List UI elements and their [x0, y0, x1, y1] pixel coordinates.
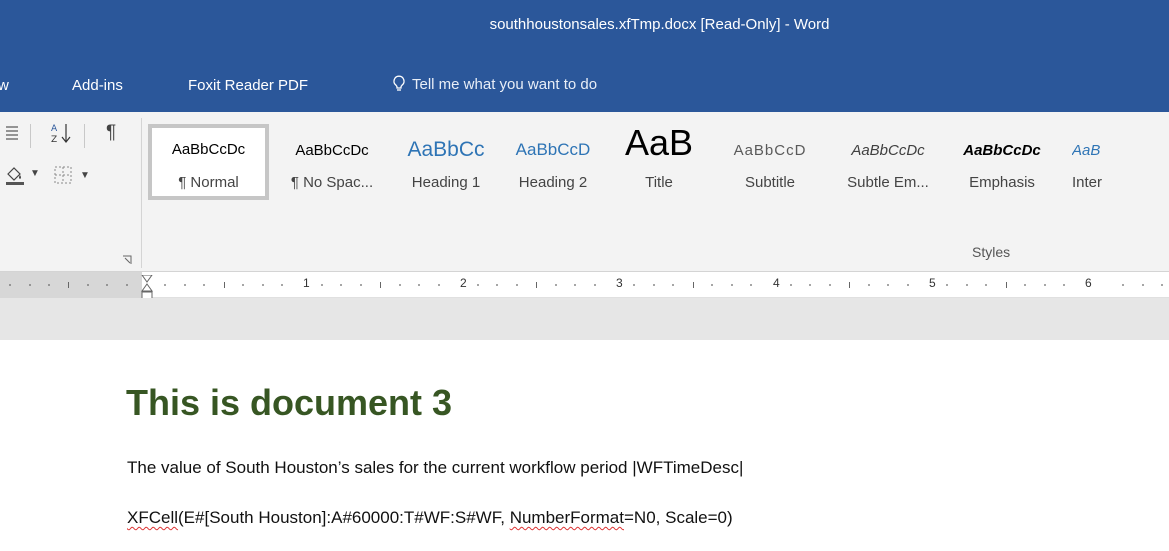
paragraph-group: A Z ¶ ▼ ▼ — [0, 112, 140, 272]
style-subtle-emphasis[interactable]: AaBbCcDc Subtle Em... — [828, 124, 948, 200]
ruler-number: 2 — [460, 276, 467, 290]
shading-dropdown-icon[interactable]: ▼ — [30, 168, 40, 179]
tab-foxit-reader-pdf[interactable]: Foxit Reader PDF — [188, 77, 308, 94]
document-paragraph-1: The value of South Houston’s sales for t… — [127, 458, 744, 477]
document-page[interactable]: This is document 3 The value of South Ho… — [0, 340, 1169, 551]
lightbulb-icon — [393, 75, 405, 91]
show-paragraph-marks-icon[interactable]: ¶ — [106, 122, 116, 144]
svg-text:Z: Z — [51, 135, 57, 144]
style-preview: AaBbCc — [407, 138, 485, 161]
spelling-error-xfcell[interactable]: XFCell — [127, 508, 178, 527]
paragraph-dialog-launcher-icon[interactable] — [122, 250, 132, 270]
document-background — [0, 298, 1169, 340]
style-preview: AaBbCcDc — [295, 142, 369, 159]
style-name: Subtle Em... — [847, 174, 929, 191]
justify-icon[interactable] — [6, 124, 18, 147]
shading-icon[interactable] — [4, 164, 26, 191]
svg-text:A: A — [51, 124, 58, 134]
ruler-ticks-right — [164, 282, 1163, 288]
style-heading-2[interactable]: AaBbCcD Heading 2 — [498, 124, 608, 200]
style-name: Inter — [1072, 174, 1103, 191]
borders-dropdown-icon[interactable]: ▼ — [80, 170, 90, 181]
style-name: Heading 2 — [518, 174, 588, 191]
style-name: Heading 1 — [411, 174, 481, 191]
styles-gallery: AaBbCcDc ¶ Normal AaBbCcDc ¶ No Spac... … — [148, 124, 1169, 200]
style-preview: AaB — [1072, 142, 1101, 159]
tab-view[interactable]: w — [0, 77, 9, 94]
tell-me-box[interactable]: Tell me what you want to do — [392, 75, 597, 93]
style-intense-emphasis[interactable]: AaB Inter — [1056, 124, 1169, 200]
tab-add-ins[interactable]: Add-ins — [72, 77, 123, 94]
ribbon-tab-bar: w Add-ins Foxit Reader PDF Tell me what … — [0, 58, 1169, 112]
separator — [84, 124, 85, 148]
ribbon: A Z ¶ ▼ ▼ AaBbCcDc ¶ Normal AaBbCcDc ¶ N… — [0, 112, 1169, 272]
tell-me-placeholder: Tell me what you want to do — [412, 75, 598, 93]
style-preview: AaBbCcD — [733, 142, 807, 159]
spelling-error-numberformat[interactable]: NumberFormat — [510, 508, 624, 527]
style-preview: AaBbCcD — [515, 140, 591, 159]
style-preview: AaBbCcDc — [851, 142, 925, 159]
borders-icon[interactable] — [54, 166, 72, 189]
style-normal[interactable]: AaBbCcDc ¶ Normal — [148, 124, 269, 200]
horizontal-ruler[interactable]: 1 2 3 4 5 6 — [0, 272, 1169, 300]
style-name: Title — [645, 174, 673, 191]
ruler-number: 5 — [929, 276, 936, 290]
ruler-number: 1 — [303, 276, 310, 290]
group-divider — [141, 118, 142, 268]
style-name: Emphasis — [969, 174, 1035, 191]
style-preview: AaBbCcDc — [963, 142, 1041, 159]
sort-icon[interactable]: A Z — [50, 122, 74, 149]
document-paragraph-2: XFCell(E#[South Houston]:A#60000:T#WF:S#… — [127, 508, 733, 528]
style-preview: AaBbCcDc — [171, 141, 246, 158]
style-title[interactable]: AaB Title — [610, 124, 708, 200]
style-emphasis[interactable]: AaBbCcDc Emphasis — [951, 124, 1053, 200]
style-name: Subtitle — [744, 174, 796, 191]
formula-text-end: =N0, Scale=0) — [624, 508, 733, 527]
style-preview: AaB — [624, 124, 694, 163]
style-heading-1[interactable]: AaBbCc Heading 1 — [396, 124, 496, 200]
style-subtitle[interactable]: AaBbCcD Subtitle — [714, 124, 826, 200]
ruler-number: 4 — [773, 276, 780, 290]
title-bar: southhoustonsales.xfTmp.docx [Read-Only]… — [0, 0, 1169, 58]
ruler-number: 3 — [616, 276, 623, 290]
style-name: ¶ No Spac... — [290, 174, 374, 191]
styles-group-label: Styles — [972, 244, 1011, 260]
formula-text: (E#[South Houston]:A#60000:T#WF:S#WF, — [178, 508, 510, 527]
style-no-spacing[interactable]: AaBbCcDc ¶ No Spac... — [275, 124, 389, 200]
document-heading: This is document 3 — [126, 382, 453, 423]
separator — [30, 124, 31, 148]
ruler-number: 6 — [1085, 276, 1092, 290]
window-title: southhoustonsales.xfTmp.docx [Read-Only]… — [489, 16, 830, 33]
style-name: ¶ Normal — [178, 174, 239, 191]
